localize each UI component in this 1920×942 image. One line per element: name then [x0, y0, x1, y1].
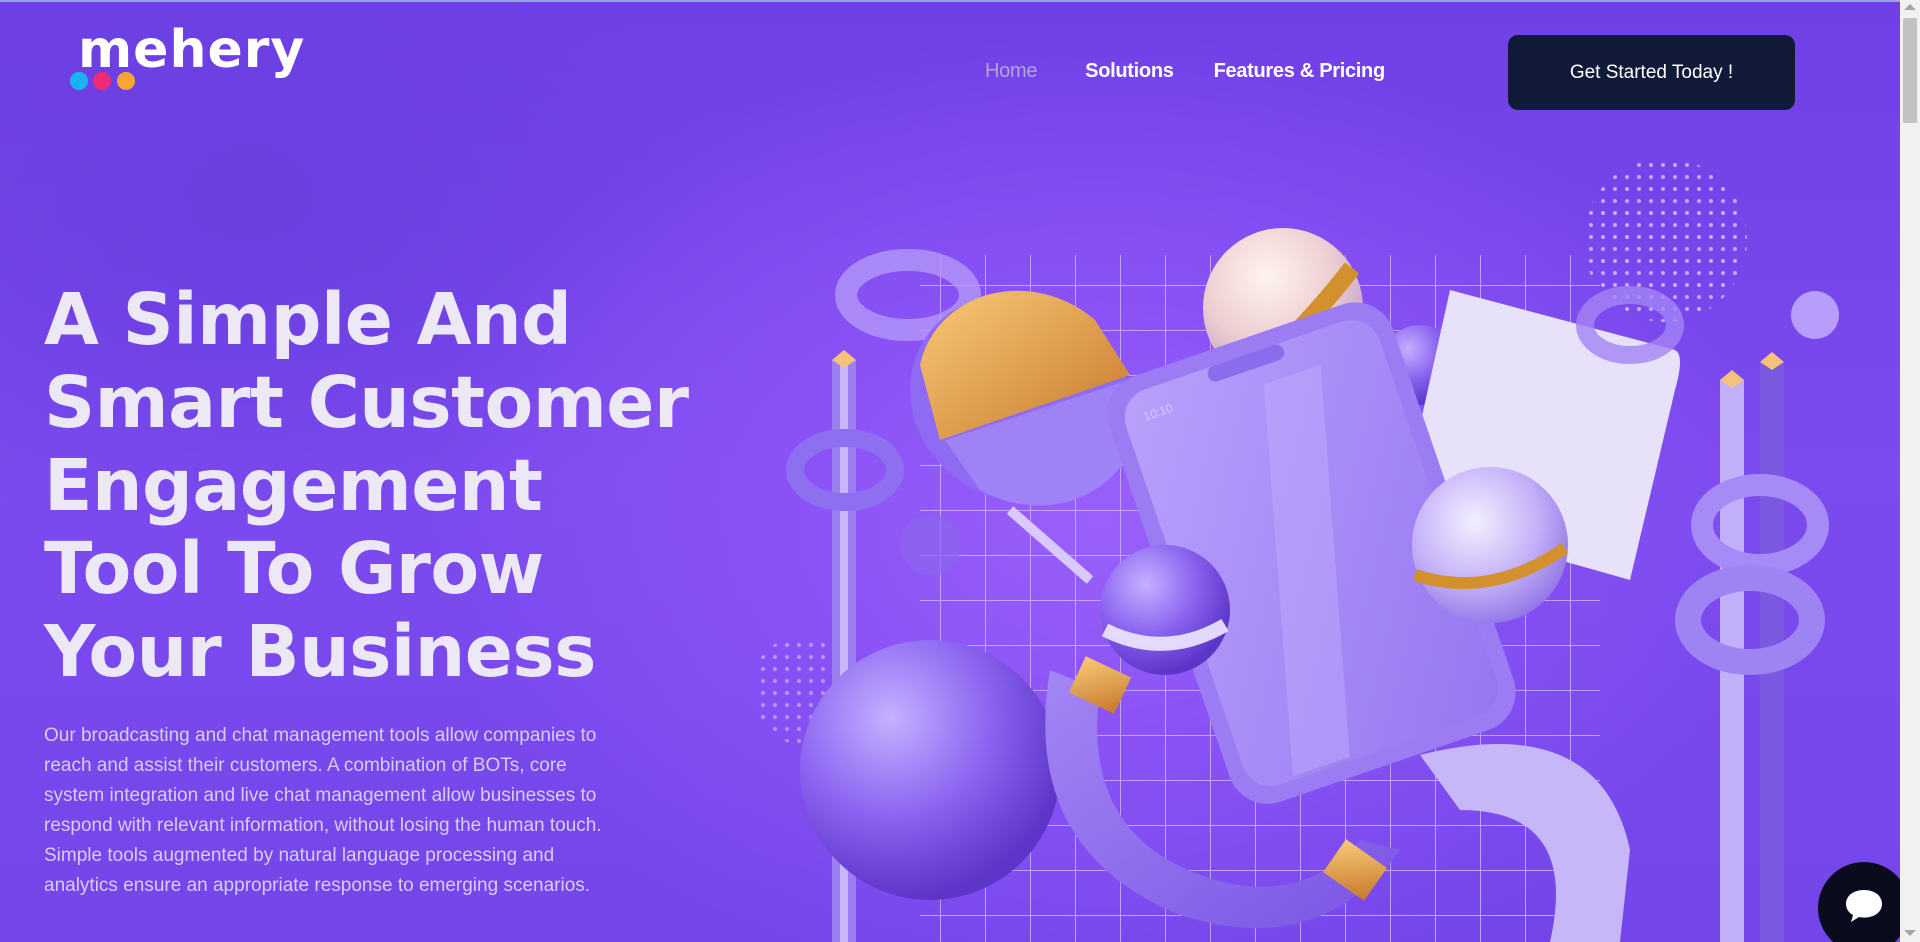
get-started-button[interactable]: Get Started Today ! — [1508, 35, 1795, 110]
page-scrollbar[interactable] — [1900, 0, 1920, 942]
nav-item-home[interactable]: Home — [985, 60, 1037, 83]
nav-item-features-pricing[interactable]: Features & Pricing — [1214, 60, 1386, 83]
chat-bubble-icon — [1846, 890, 1882, 922]
scroll-down-arrow-icon[interactable] — [1904, 930, 1916, 936]
hero-illustration: 10:10 — [760, 158, 1839, 942]
brand-logo[interactable]: mehery — [68, 20, 304, 95]
scroll-up-arrow-icon[interactable] — [1904, 4, 1916, 10]
sphere-mid — [1100, 545, 1230, 675]
nav-item-solutions[interactable]: Solutions — [1085, 60, 1174, 83]
logo-dot-blue — [70, 72, 88, 90]
window-top-border — [0, 0, 1900, 2]
brand-name: mehery — [78, 20, 306, 80]
hero-description: Our broadcasting and chat management too… — [44, 725, 602, 896]
hero-title: A Simple And Smart Customer Engagement T… — [44, 278, 689, 693]
main-nav: Home Solutions Features & Pricing — [985, 60, 1385, 83]
big-sphere — [800, 640, 1060, 900]
scroll-thumb[interactable] — [1903, 18, 1917, 123]
page: mehery Home Solutions Features & Pricing… — [0, 0, 1900, 942]
logo-dot-orange — [117, 72, 135, 90]
sphere-right — [1412, 467, 1569, 623]
ring-right-2 — [1675, 565, 1825, 675]
logo-dot-pink — [93, 72, 111, 90]
